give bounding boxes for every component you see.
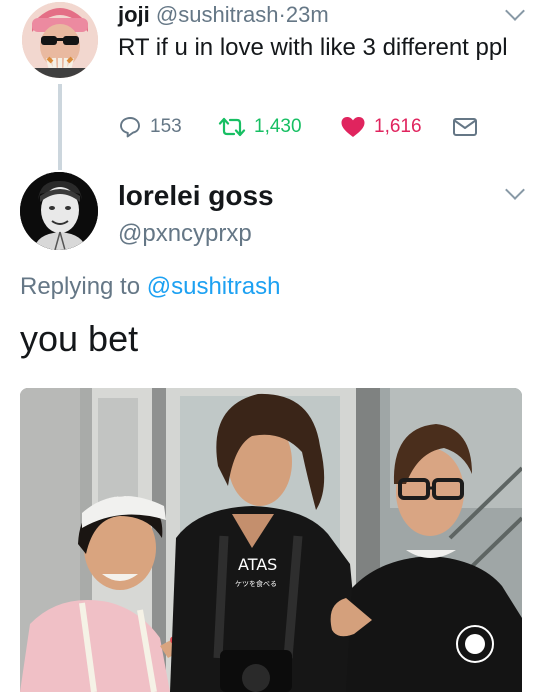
tweet-header: joji @sushitrash·23m [118, 2, 329, 28]
heart-icon [341, 117, 365, 137]
retweet-button[interactable]: 1,430 [218, 114, 302, 140]
handle[interactable]: @pxncyprxp [118, 220, 252, 248]
shirt-print-graphic: ATAS [238, 555, 277, 574]
replying-to: Replying to @sushitrash [20, 273, 281, 301]
retweet-count: 1,430 [254, 116, 302, 137]
avatar-lorelei-image [20, 172, 98, 250]
timestamp[interactable]: 23m [286, 2, 329, 27]
shirt-print-text: ケツを食べる [235, 579, 277, 588]
replying-prefix: Replying to [20, 273, 141, 300]
display-name[interactable]: joji [118, 2, 150, 27]
avatar-lorelei[interactable] [20, 172, 98, 250]
avatar-joji-image [22, 2, 98, 78]
avatar-joji[interactable] [22, 2, 98, 78]
tweet-photo-image: ATAS ケツを食べる [20, 388, 522, 692]
like-count: 1,616 [374, 116, 422, 137]
tweet-photo[interactable]: ATAS ケツを食べる [20, 388, 522, 692]
chevron-down-icon[interactable] [505, 180, 525, 200]
separator-dot: · [278, 2, 286, 27]
envelope-icon [453, 118, 477, 136]
chevron-down-icon[interactable] [505, 1, 525, 21]
handle[interactable]: @sushitrash [156, 2, 279, 27]
tweet-original: joji @sushitrash·23m RT if u in love wit… [0, 0, 540, 170]
replying-mention-link[interactable]: @sushitrash [147, 273, 281, 300]
display-name[interactable]: lorelei goss [118, 180, 274, 212]
retweet-icon [218, 117, 246, 137]
reply-button[interactable]: 153 [118, 114, 182, 140]
reply-count: 153 [150, 116, 182, 137]
tweet-text: you bet [20, 318, 139, 359]
direct-message-button[interactable] [452, 114, 478, 140]
tweet-text: RT if u in love with like 3 different pp… [118, 34, 508, 61]
reply-icon [120, 117, 140, 138]
like-button[interactable]: 1,616 [340, 114, 422, 140]
tweet-actions: 153 1,430 1,616 [118, 114, 478, 140]
thread-connector-line [58, 84, 62, 170]
